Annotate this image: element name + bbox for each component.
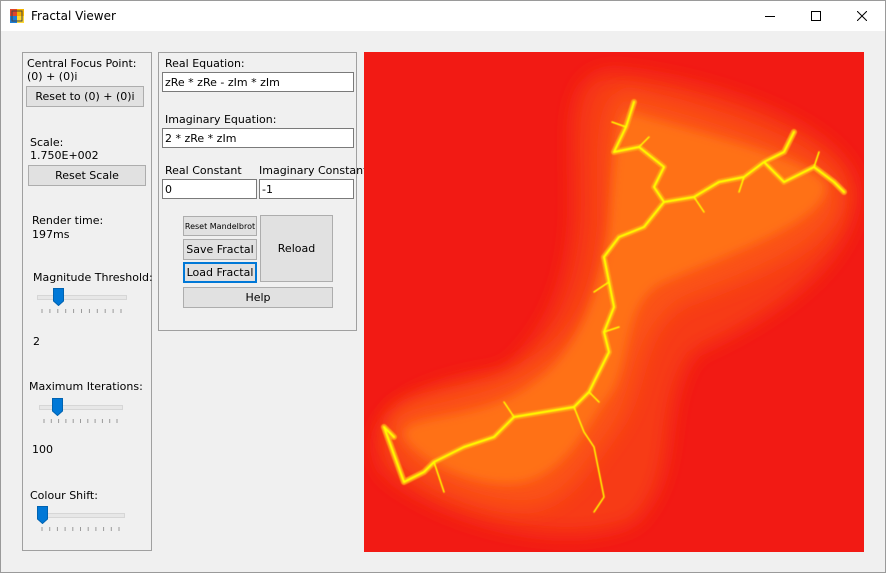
render-time-label: Render time: bbox=[32, 214, 104, 227]
load-fractal-button[interactable]: Load Fractal bbox=[183, 262, 257, 283]
window-title: Fractal Viewer bbox=[31, 9, 116, 23]
real-equation-input[interactable] bbox=[162, 72, 354, 92]
fractal-image bbox=[364, 52, 864, 552]
fractal-canvas[interactable] bbox=[364, 52, 864, 552]
maximize-button[interactable] bbox=[793, 1, 839, 31]
imaginary-equation-input[interactable] bbox=[162, 128, 354, 148]
slider-thumb[interactable] bbox=[53, 288, 64, 307]
render-time-value: 197ms bbox=[32, 228, 70, 241]
help-button[interactable]: Help bbox=[183, 287, 333, 308]
reload-button[interactable]: Reload bbox=[260, 215, 333, 282]
minimize-icon bbox=[765, 11, 775, 21]
real-constant-input[interactable] bbox=[162, 179, 257, 199]
imaginary-equation-label: Imaginary Equation: bbox=[165, 113, 277, 126]
close-icon bbox=[857, 11, 867, 21]
app-window: Fractal Viewer Central Focus Point: (0) … bbox=[0, 0, 886, 573]
max-iterations-label: Maximum Iterations: bbox=[29, 380, 143, 393]
reset-scale-button[interactable]: Reset Scale bbox=[28, 165, 146, 186]
colour-shift-label: Colour Shift: bbox=[30, 489, 98, 502]
reset-focus-button[interactable]: Reset to (0) + (0)i bbox=[26, 86, 144, 107]
real-equation-label: Real Equation: bbox=[165, 57, 245, 70]
imaginary-constant-label: Imaginary Constant bbox=[259, 164, 368, 177]
save-fractal-button[interactable]: Save Fractal bbox=[183, 239, 257, 260]
magnitude-threshold-label: Magnitude Threshold: bbox=[33, 271, 153, 284]
minimize-button[interactable] bbox=[747, 1, 793, 31]
scale-value: 1.750E+002 bbox=[30, 149, 99, 162]
slider-thumb[interactable] bbox=[37, 506, 48, 525]
imaginary-constant-input[interactable] bbox=[259, 179, 354, 199]
max-iterations-slider[interactable] bbox=[39, 398, 123, 428]
slider-thumb[interactable] bbox=[52, 398, 63, 417]
focus-label: Central Focus Point: bbox=[27, 57, 137, 70]
magnitude-threshold-slider[interactable] bbox=[37, 288, 127, 318]
close-button[interactable] bbox=[839, 1, 885, 31]
magnitude-threshold-value: 2 bbox=[33, 335, 40, 348]
view-controls-panel: Central Focus Point: (0) + (0)i Reset to… bbox=[22, 52, 153, 551]
colour-shift-slider[interactable] bbox=[37, 506, 125, 536]
maximize-icon bbox=[811, 11, 821, 21]
focus-value: (0) + (0)i bbox=[27, 70, 78, 83]
scale-label: Scale: bbox=[30, 136, 64, 149]
reset-mandelbrot-button[interactable]: Reset Mandelbrot bbox=[183, 216, 257, 236]
equation-panel: Real Equation: Imaginary Equation: Real … bbox=[158, 52, 367, 331]
real-constant-label: Real Constant bbox=[165, 164, 242, 177]
title-bar[interactable]: Fractal Viewer bbox=[1, 1, 885, 31]
app-icon bbox=[10, 9, 24, 23]
max-iterations-value: 100 bbox=[32, 443, 53, 456]
